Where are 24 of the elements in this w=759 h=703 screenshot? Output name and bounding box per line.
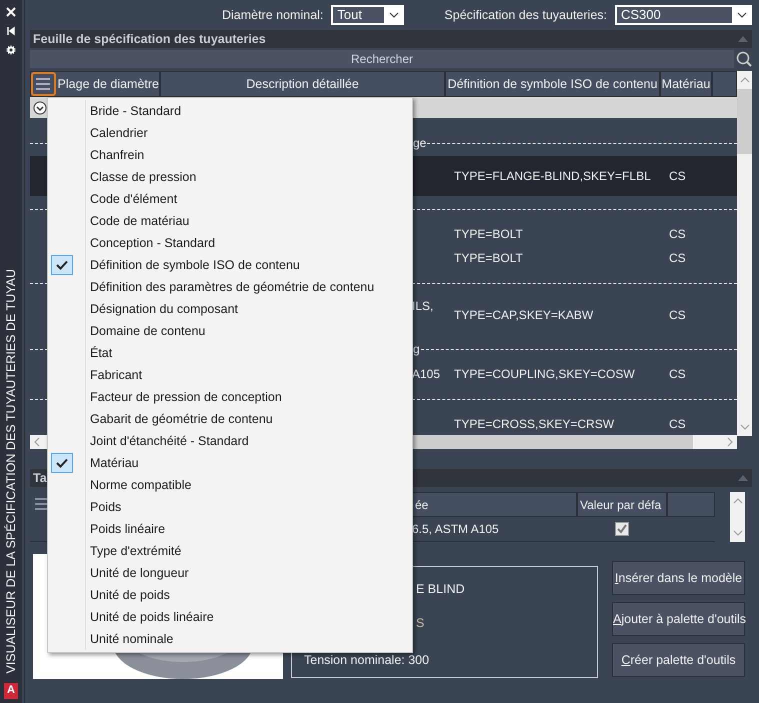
table-cell: CS [669, 417, 686, 431]
group-label: ge [412, 136, 428, 150]
info-text: E BLIND [416, 581, 466, 598]
filter-label: Diamètre nominal: [222, 8, 324, 22]
table-cell: CS [669, 251, 686, 265]
table-cell-text: 6.5, ASTM A105 [412, 522, 500, 536]
table-cell: TYPE=CROSS,SKEY=CRSW [454, 417, 614, 431]
table-cell: ILS, [412, 299, 434, 313]
filter-label: Spécification des tuyauteries: [444, 8, 607, 22]
table-cell: TYPE=CAP,SKEY=KABW [454, 308, 594, 322]
group-label: g [412, 342, 421, 356]
table-cell: CS [669, 227, 686, 241]
table-cell: TYPE=FLANGE-BLIND,SKEY=FLBL [454, 169, 651, 183]
palette-title: VISUALISEUR DE LA SPÉCIFICATION DES TUYAUTERIES DE TUYAU [4, 268, 18, 673]
table-cell: TYPE=COUPLING,SKEY=COSW [454, 367, 635, 381]
info-text: S [416, 615, 426, 632]
section-header: Feuille de spécification des tuyauteries [30, 30, 752, 48]
table-cell: CS [669, 308, 686, 322]
table-cell: TYPE=BOLT [454, 227, 523, 241]
table-cell: A105 [412, 367, 440, 381]
table-cell: CS [669, 367, 686, 381]
table-cell: TYPE=BOLT [454, 251, 523, 265]
info-text: Tension nominale: 300 [304, 652, 430, 669]
table-cell: CS [669, 169, 686, 183]
